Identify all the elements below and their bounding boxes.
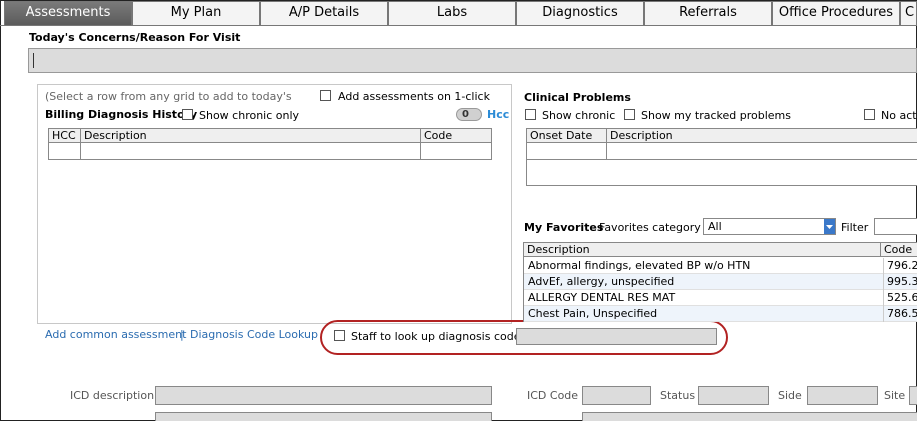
- chevron-down-icon-svg: [826, 225, 833, 229]
- show-tracked-label: Show my tracked problems: [641, 109, 791, 122]
- staff-lookup-input[interactable]: [516, 328, 717, 345]
- favorite-description: AdvEf, allergy, unspecified: [528, 275, 675, 288]
- side-label: Side: [778, 389, 802, 402]
- tab-diagnostics[interactable]: Diagnostics: [516, 1, 644, 25]
- billing-history-title: Billing Diagnosis History: [45, 108, 198, 121]
- grid-divider: [80, 143, 81, 159]
- tab-labs[interactable]: Labs: [388, 1, 516, 25]
- billing-history-grid[interactable]: HCC Description Code: [48, 128, 492, 160]
- show-chronic-label: Show chronic: [542, 109, 616, 122]
- col-code: Code: [420, 129, 452, 142]
- text-cursor: [33, 53, 34, 68]
- show-chronic-only-label: Show chronic only: [199, 109, 300, 122]
- chevron-down-icon[interactable]: [824, 219, 835, 234]
- favorites-category-select[interactable]: All: [703, 218, 836, 235]
- tab-office-procedures[interactable]: Office Procedures: [772, 1, 900, 25]
- tab-more[interactable]: C: [900, 1, 917, 25]
- favorites-row[interactable]: AdvEf, allergy, unspecified 995.3: [524, 274, 917, 290]
- no-active-label: No acti: [881, 109, 917, 122]
- clinical-problems-title: Clinical Problems: [524, 91, 631, 104]
- icd-description-label: ICD description: [70, 389, 155, 402]
- link-separator: |: [180, 328, 184, 341]
- tab-my-plan[interactable]: My Plan: [132, 1, 260, 25]
- favorite-code: 796.2: [883, 258, 917, 274]
- filter-input[interactable]: [874, 218, 917, 235]
- hcc-link[interactable]: Hcc: [487, 108, 509, 121]
- col-fav-description: Description: [527, 243, 590, 256]
- grid-divider: [420, 143, 421, 159]
- clinical-grid-header: Onset Date Description: [527, 129, 917, 143]
- favorites-grid[interactable]: Description Code Abnormal findings, elev…: [523, 242, 917, 322]
- show-chronic-only-checkbox[interactable]: [182, 109, 193, 120]
- status-label: Status: [660, 389, 696, 402]
- show-tracked-checkbox[interactable]: [624, 109, 635, 120]
- col-fav-code: Code: [880, 243, 912, 256]
- hcc-toggle-value: 0: [462, 109, 469, 120]
- favorites-category-label: Favorites category: [599, 221, 701, 234]
- tab-ap-details[interactable]: A/P Details: [260, 1, 388, 25]
- icd-description-input[interactable]: [155, 386, 492, 405]
- tab-divider: [0, 25, 917, 26]
- favorites-grid-header: Description Code: [524, 243, 917, 257]
- col-cp-description: Description: [606, 129, 673, 142]
- side-input[interactable]: [807, 386, 878, 405]
- favorites-row[interactable]: ALLERGY DENTAL RES MAT 525.66: [524, 290, 917, 306]
- col-description: Description: [80, 129, 147, 142]
- status-input[interactable]: [698, 386, 769, 405]
- clinical-problems-grid[interactable]: Onset Date Description: [526, 128, 917, 186]
- favorite-description: Chest Pain, Unspecified: [528, 307, 658, 320]
- favorite-description: ALLERGY DENTAL RES MAT: [528, 291, 676, 304]
- col-onset-date: Onset Date: [530, 129, 593, 142]
- favorites-category-value: All: [708, 220, 722, 233]
- one-click-checkbox[interactable]: [320, 90, 331, 101]
- one-click-label: Add assessments on 1-click: [338, 90, 490, 103]
- favorites-row[interactable]: Abnormal findings, elevated BP w/o HTN 7…: [524, 258, 917, 274]
- grid-divider: [606, 143, 607, 159]
- filter-label: Filter: [841, 221, 869, 234]
- concerns-input[interactable]: [28, 48, 917, 73]
- lower-field-left[interactable]: [155, 412, 492, 421]
- my-favorites-title: My Favorites: [524, 221, 604, 234]
- favorite-code: 525.66: [883, 290, 917, 306]
- site-label: Site: [884, 389, 906, 402]
- add-common-assessment-link[interactable]: Add common assessment: [45, 328, 186, 341]
- staff-lookup-label: Staff to look up diagnosis code: [351, 330, 521, 343]
- favorite-description: Abnormal findings, elevated BP w/o HTN: [528, 259, 751, 272]
- no-active-checkbox[interactable]: [864, 109, 875, 120]
- select-row-hint: (Select a row from any grid to add to to…: [45, 90, 292, 103]
- favorites-row[interactable]: Chest Pain, Unspecified 786.50: [524, 306, 917, 322]
- billing-grid-header: HCC Description Code: [49, 129, 491, 143]
- icd-code-label: ICD Code: [527, 389, 579, 402]
- diagnosis-code-lookup-link[interactable]: Diagnosis Code Lookup: [190, 328, 318, 341]
- icd-code-input[interactable]: [582, 386, 651, 405]
- favorite-code: 786.50: [883, 306, 917, 322]
- tab-assessments[interactable]: Assessments: [4, 1, 132, 25]
- grid-row-line: [527, 159, 917, 160]
- tab-referrals[interactable]: Referrals: [644, 1, 772, 25]
- staff-lookup-checkbox[interactable]: [334, 330, 345, 341]
- show-chronic-checkbox[interactable]: [525, 109, 536, 120]
- hcc-toggle[interactable]: 0: [456, 108, 482, 121]
- lower-field-right[interactable]: [582, 412, 917, 421]
- col-hcc: HCC: [52, 129, 76, 142]
- concerns-label: Today's Concerns/Reason For Visit: [29, 31, 241, 44]
- site-input[interactable]: [909, 386, 917, 405]
- favorite-code: 995.3: [883, 274, 917, 290]
